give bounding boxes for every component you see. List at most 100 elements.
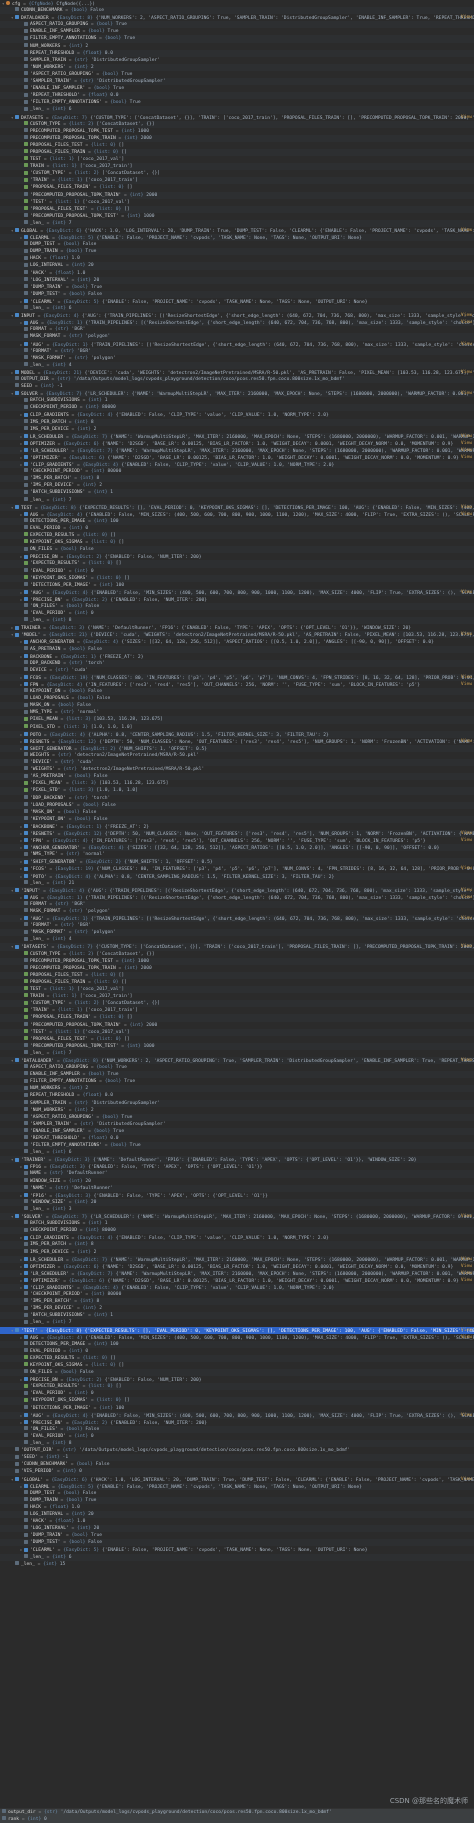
tree-row[interactable]: 'PRECOMPUTED_PROPOSAL_TOPK_TRAIN' = {int… [0, 1021, 474, 1029]
tree-row[interactable]: ▸ FCOS = {EasyDict: 19} {'NUM_CLASSES': 8… [0, 673, 474, 681]
tree-row[interactable]: KEYPOINT_OKS_SIGMAS = {list: 0} [] [0, 539, 474, 546]
tree-row[interactable]: _len_ = {int} 7 [0, 219, 474, 227]
tree-row[interactable]: NMS_TYPE = {str} 'normal' [0, 709, 474, 716]
tree-row[interactable]: ▾ 'SOLVER' = {EasyDict: 7} {'LR_SCHEDULER… [0, 1213, 474, 1221]
tree-row[interactable]: 'EVAL_PERIOD' = {int} 0 [0, 1433, 474, 1440]
tree-row[interactable]: 'TEST' = {list: 1} ['coco_2017_val'] [0, 1028, 474, 1036]
tree-row[interactable]: 'ON_FILES' = {bool} False [0, 602, 474, 611]
tree-row[interactable]: 'MASK_ON' = {bool} False [0, 808, 474, 816]
tree-row[interactable]: REPEAT_THRESHOLD = {float} 0.0 [0, 1092, 474, 1099]
tree-row[interactable]: 'ENABLE_INF_SAMPLER' = {bool} True [0, 1127, 474, 1135]
tree-row[interactable]: _len_ = {int} 4 [0, 361, 474, 369]
view-link[interactable]: View [461, 390, 472, 397]
tree-row[interactable]: _len_ = {int} 6 [0, 106, 474, 114]
tree-row[interactable]: FORMAT = {str} 'BGR' [0, 326, 474, 333]
tree-row[interactable]: 'CHECKPOINT_PERIOD' = {int} 80000 [0, 468, 474, 475]
tree-row[interactable]: ▸ OPTIMIZER = {EasyDict: 6} {'NAME': 'D2S… [0, 1263, 474, 1270]
tree-row[interactable]: 'PROPOSAL_FILES_TEST' = {list: 0} [] [0, 1035, 474, 1043]
tree-row[interactable]: 'ASPECT_RATIO_GROUPING' = {bool} True [0, 1113, 474, 1121]
tree-row[interactable]: ▸ 'FCOS' = {EasyDict: 19} {'NUM_CLASSES':… [0, 865, 474, 872]
tree-row[interactable]: 'DUMP_TEST' = {bool} False [0, 1539, 474, 1547]
tree-row[interactable]: TEST = {list: 1} ['coco_2017_val'] [0, 986, 474, 994]
tree-row[interactable]: ▸ 'OPTIMIZER' = {EasyDict: 6} {'NAME': 'D… [0, 454, 474, 461]
view-link[interactable]: View [461, 674, 472, 681]
tree-row[interactable]: NAME = {str} 'DefaultRunner' [0, 1170, 474, 1178]
tree-row[interactable]: _len_ = {int} 15 [0, 1560, 474, 1568]
tree-row[interactable]: 'HACK' = {float} 1.0 [0, 1518, 474, 1525]
tree-row[interactable]: ENABLE_INF_SAMPLER = {bool} True [0, 1071, 474, 1079]
tree-row[interactable]: CHECKPOINT_PERIOD = {int} 80000 [0, 1227, 474, 1235]
tree-row[interactable]: CHECKPOINT_PERIOD = {int} 80000 [0, 404, 474, 412]
tree-row[interactable]: ▸ 'AUG' = {EasyDict: 1} {'TRAIN_PIPELINES… [0, 915, 474, 923]
view-link[interactable]: View [461, 312, 472, 319]
tree-row[interactable]: 'FORMAT' = {str} 'BGR' [0, 347, 474, 355]
tree-row[interactable]: ▾ INPUT = {EasyDict: 4} {'AUG': {'TRAIN_P… [0, 312, 474, 319]
tree-row[interactable]: ON_FILES = {bool} False [0, 546, 474, 554]
tree-row[interactable]: DUMP_TEST = {bool} False [0, 241, 474, 248]
tree-row[interactable]: ▸ 'OPTIMIZER' = {EasyDict: 6} {'NAME': 'D… [0, 1277, 474, 1284]
tree-row[interactable]: ▸ 'FP16' = {EasyDict: 3} {'ENABLED': Fals… [0, 1192, 474, 1199]
tree-row[interactable]: PROPOSAL_FILES_TEST = {list: 0} [] [0, 142, 474, 149]
view-link[interactable]: View [461, 865, 472, 872]
view-link[interactable]: View [461, 319, 472, 326]
tree-row[interactable]: NUM_WORKERS = {int} 2 [0, 1085, 474, 1093]
view-link[interactable]: View [461, 504, 472, 511]
tree-row[interactable]: ENABLE_INF_SAMPLER = {bool} True [0, 28, 474, 35]
tree-row[interactable]: ▸ 'LR_SCHEDULER' = {EasyDict: 7} {'NAME':… [0, 1269, 474, 1277]
tree-row[interactable]: ▸ 'AUG' = {EasyDict: 4} {'ENABLED': False… [0, 1411, 474, 1419]
tree-row[interactable]: ▸ CLIP_GRADIENTS = {EasyDict: 4} {'ENABLE… [0, 411, 474, 418]
view-link[interactable]: View [461, 830, 472, 837]
tree-row[interactable]: 'ASPECT_RATIO_GROUPING' = {bool} True [0, 71, 474, 78]
tree-row[interactable]: IMS_PER_BATCH = {int} 8 [0, 418, 474, 426]
view-link[interactable]: View [461, 227, 472, 234]
tree-row[interactable]: TEST = {list: 1} ['coco_2017_val'] [0, 156, 474, 163]
tree-row[interactable]: 'IMS_PER_DEVICE' = {int} 2 [0, 1305, 474, 1312]
tree-row[interactable]: 'SEED' = {int} -1 [0, 1454, 474, 1462]
tree-row[interactable]: 'PRECOMPUTED_PROPOSAL_TOPK_TEST' = {int}… [0, 213, 474, 220]
tree-row[interactable]: 'MASK_FORMAT' = {str} 'polygon' [0, 929, 474, 937]
tree-row[interactable]: ▾ DATALOADER = {EasyDict: 8} {'NUM_WORKER… [0, 14, 474, 21]
tree-row[interactable]: 'PROPOSAL_FILES_TRAIN' = {list: 0} [] [0, 184, 474, 191]
tree-row[interactable]: ▸ CLIP_GRADIENTS = {EasyDict: 4} {'ENABLE… [0, 1234, 474, 1241]
tree-row[interactable]: _len_ = {int} 7 [0, 496, 474, 504]
tree-row[interactable]: CUSTOM_TYPE = {list: 2} ['ConcatDataset'… [0, 120, 474, 128]
tree-row[interactable]: 'DDP_BACKEND' = {str} 'torch' [0, 794, 474, 802]
tree-row[interactable]: ▸ 'SHIFT_GENERATOR' = {EasyDict: 2} {'NUM… [0, 858, 474, 866]
tree-row[interactable]: PROPOSAL_FILES_TEST = {list: 0} [] [0, 971, 474, 979]
tree-row[interactable]: IMS_PER_DEVICE = {int} 2 [0, 425, 474, 433]
tree-row[interactable]: REPEAT_THRESHOLD = {float} 0.0 [0, 49, 474, 57]
tree-row[interactable]: NUM_WORKERS = {int} 2 [0, 42, 474, 50]
tree-row[interactable]: 'BATCH_SUBDIVISIONS' = {int} 1 [0, 489, 474, 497]
tree-row[interactable]: FORMAT = {str} 'BGR' [0, 900, 474, 908]
tree-row[interactable]: 'EXPECTED_RESULTS' = {list: 0} [] [0, 1383, 474, 1391]
tree-row[interactable]: 'PRECOMPUTED_PROPOSAL_TOPK_TRAIN' = {int… [0, 191, 474, 199]
tree-row[interactable]: CUSTOM_TYPE = {list: 2} ['ConcatDataset'… [0, 950, 474, 958]
tree-row[interactable]: 'DETECTIONS_PER_IMAGE' = {int} 100 [0, 1404, 474, 1412]
view-link[interactable]: View [461, 369, 472, 376]
tree-row[interactable]: ▸ FP16 = {EasyDict: 3} {'ENABLED': False,… [0, 1163, 474, 1170]
tree-row[interactable]: PIXEL_MEAN = {list: 3} [103.53, 116.28, … [0, 716, 474, 724]
tree-row[interactable]: ▸ TRAINER = {EasyDict: 3} {'NAME': 'Defau… [0, 624, 474, 631]
tree-row[interactable]: PRECOMPUTED_PROPOSAL_TOPK_TRAIN = {int} … [0, 965, 474, 972]
tree-row[interactable]: ▸ 'AUG' = {EasyDict: 4} {'ENABLED': False… [0, 588, 474, 596]
tree-row[interactable]: ▸ AUG = {EasyDict: 1} {'TRAIN_PIPELINES':… [0, 319, 474, 327]
tree-row[interactable]: KEYPOINT_ON = {bool} False [0, 688, 474, 696]
tree-row[interactable]: TRAIN = {list: 1} ['coco_2017_train'] [0, 993, 474, 1000]
view-link[interactable]: View [461, 1412, 472, 1419]
tree-row[interactable]: ▸ 'CLEARML' = {EasyDict: 5} {'ENABLE': Fa… [0, 298, 474, 305]
view-link[interactable]: View [461, 1327, 472, 1334]
tree-row[interactable]: PROPOSAL_FILES_TRAIN = {list: 0} [] [0, 148, 474, 157]
tree-row[interactable]: 'CHECKPOINT_PERIOD' = {int} 80000 [0, 1291, 474, 1298]
tree-row[interactable]: ▸ PRECISE_BN = {EasyDict: 2} {'ENABLED': … [0, 553, 474, 560]
tree-row[interactable]: 'ON_FILES' = {bool} False [0, 1425, 474, 1433]
tree-row[interactable]: ▸ LR_SCHEDULER = {EasyDict: 7} {'NAME': '… [0, 1255, 474, 1263]
tree-row[interactable]: OUTPUT_DIR = {str} '/data/Outputs/model_… [0, 375, 474, 384]
tree-row[interactable]: ▸ 'POTO' = {EasyDict: 4} {'ALPHA': 0.8, '… [0, 872, 474, 880]
tree-row[interactable]: 'REPEAT_THRESHOLD' = {float} 0.0 [0, 92, 474, 100]
tree-row[interactable]: MASK_FORMAT = {str} 'polygon' [0, 908, 474, 915]
tree-row[interactable]: ▾ cfg = {CfgNode} CfgNode({...}) [0, 0, 474, 7]
tree-row[interactable]: 'NMS_TYPE' = {str} 'normal' [0, 851, 474, 858]
tree-row[interactable]: ▾ 'DATASETS' = {EasyDict: 7} {'CUSTOM_TYP… [0, 943, 474, 951]
tree-row[interactable]: PRECOMPUTED_PROPOSAL_TOPK_TRAIN = {int} … [0, 134, 474, 142]
tree-row[interactable]: 'TEST' = {list: 1} ['coco_2017_val'] [0, 198, 474, 206]
